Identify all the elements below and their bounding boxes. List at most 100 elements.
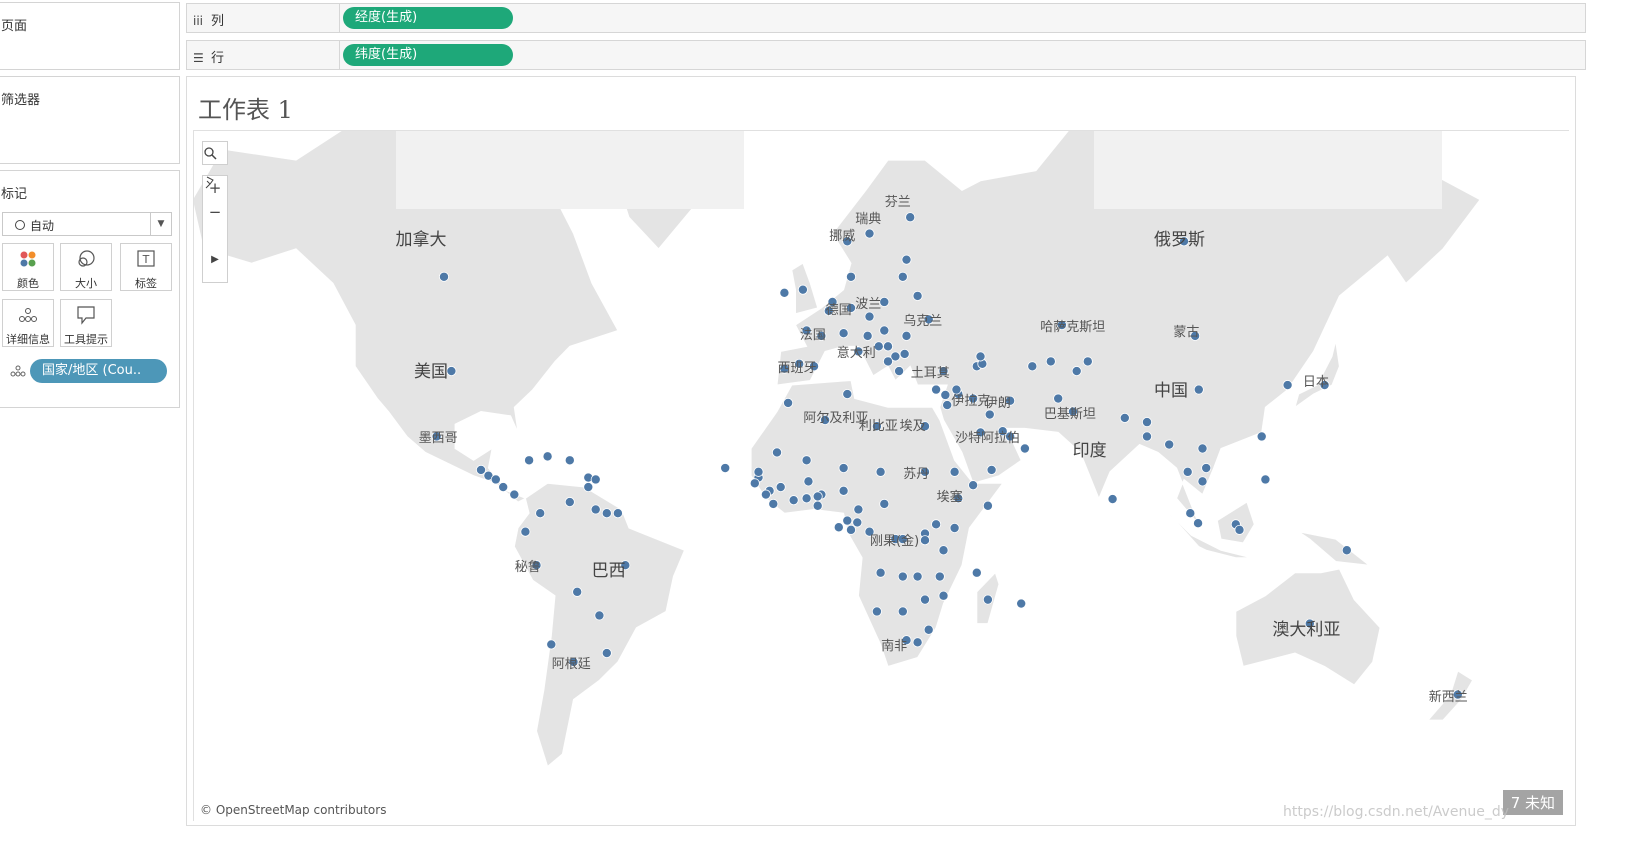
country-mark[interactable] (1193, 384, 1204, 395)
country-mark[interactable] (862, 330, 873, 341)
size-button[interactable]: 大小 (60, 243, 112, 291)
country-mark[interactable] (1193, 518, 1204, 529)
country-mark[interactable] (1016, 598, 1027, 609)
map-view[interactable]: + − ▶ 加拿大 美国 墨西哥 巴西 秘鲁 阿根廷 俄罗斯 中国 印度 哈萨克斯坦 蒙古 日本 巴基斯… (193, 130, 1569, 821)
country-mark[interactable] (852, 517, 863, 528)
country-mark[interactable] (931, 384, 942, 395)
country-mark[interactable] (940, 389, 951, 400)
country-mark[interactable] (846, 271, 857, 282)
country-mark[interactable] (912, 290, 923, 301)
country-mark[interactable] (931, 519, 942, 530)
latitude-pill[interactable]: 纬度(生成) (343, 44, 513, 66)
country-mark[interactable] (612, 508, 623, 519)
zoom-out-button[interactable]: − (203, 200, 227, 224)
country-mark[interactable] (912, 637, 923, 648)
country-mark[interactable] (842, 389, 853, 400)
country-mark[interactable] (875, 567, 886, 578)
country-mark[interactable] (949, 466, 960, 477)
country-mark[interactable] (984, 409, 995, 420)
country-field-pill[interactable]: 国家/地区 (Cou.. (30, 359, 167, 383)
country-mark[interactable] (838, 485, 849, 496)
country-mark[interactable] (590, 474, 601, 485)
filters-card[interactable]: 筛选器 (0, 76, 180, 164)
country-mark[interactable] (938, 590, 949, 601)
country-mark[interactable] (879, 498, 890, 509)
country-mark[interactable] (1341, 545, 1352, 556)
country-mark[interactable] (1107, 494, 1118, 505)
country-mark[interactable] (438, 271, 449, 282)
country-mark[interactable] (812, 500, 823, 511)
country-mark[interactable] (1182, 466, 1193, 477)
country-mark[interactable] (875, 466, 886, 477)
country-mark[interactable] (801, 455, 812, 466)
country-mark[interactable] (842, 515, 853, 526)
country-mark[interactable] (797, 284, 808, 295)
country-mark[interactable] (1164, 439, 1175, 450)
country-mark[interactable] (1142, 417, 1153, 428)
country-mark[interactable] (897, 606, 908, 617)
country-mark[interactable] (1142, 431, 1153, 442)
mark-type-dropdown[interactable]: 自动 ▼ (2, 212, 172, 236)
country-mark[interactable] (783, 397, 794, 408)
unknown-badge[interactable]: 7 未知 (1502, 790, 1563, 815)
country-mark[interactable] (1234, 524, 1245, 535)
chevron-down-icon[interactable]: ▼ (150, 213, 171, 235)
label-button[interactable]: T 标签 (120, 243, 172, 291)
country-mark[interactable] (949, 522, 960, 533)
country-mark[interactable] (912, 571, 923, 582)
country-mark[interactable] (520, 526, 531, 537)
country-mark[interactable] (524, 455, 535, 466)
country-mark[interactable] (1119, 412, 1130, 423)
country-mark[interactable] (753, 466, 764, 477)
country-mark[interactable] (1260, 474, 1271, 485)
longitude-pill[interactable]: 经度(生成) (343, 7, 513, 29)
country-mark[interactable] (542, 451, 553, 462)
country-mark[interactable] (920, 535, 931, 546)
country-mark[interactable] (446, 366, 457, 377)
country-mark[interactable] (968, 480, 979, 491)
pin-button[interactable] (203, 176, 227, 248)
country-mark[interactable] (899, 348, 910, 359)
country-mark[interactable] (934, 571, 945, 582)
country-mark[interactable] (883, 341, 894, 352)
country-mark[interactable] (975, 351, 986, 362)
country-mark[interactable] (1197, 443, 1208, 454)
country-mark[interactable] (583, 482, 594, 493)
country-mark[interactable] (879, 325, 890, 336)
country-mark[interactable] (938, 545, 949, 556)
search-button[interactable] (202, 141, 228, 165)
color-button[interactable]: 颜色 (2, 243, 54, 291)
country-mark[interactable] (490, 474, 501, 485)
country-mark[interactable] (1201, 463, 1212, 474)
country-mark[interactable] (853, 504, 864, 515)
country-mark[interactable] (1256, 431, 1267, 442)
country-mark[interactable] (803, 476, 814, 487)
country-mark[interactable] (768, 498, 779, 509)
country-mark[interactable] (1282, 380, 1293, 391)
country-mark[interactable] (864, 228, 875, 239)
country-mark[interactable] (564, 455, 575, 466)
country-mark[interactable] (775, 482, 786, 493)
country-mark[interactable] (564, 497, 575, 508)
country-mark[interactable] (749, 478, 760, 489)
country-mark[interactable] (1082, 356, 1093, 367)
country-mark[interactable] (801, 493, 812, 504)
country-mark[interactable] (590, 504, 601, 515)
country-mark[interactable] (905, 212, 916, 223)
tooltip-button[interactable]: 工具提示 (60, 299, 112, 347)
expand-toolbar-button[interactable]: ▶ (203, 248, 227, 272)
country-mark[interactable] (535, 508, 546, 519)
country-mark[interactable] (897, 571, 908, 582)
country-mark[interactable] (871, 606, 882, 617)
country-mark[interactable] (779, 287, 790, 298)
country-mark[interactable] (720, 463, 731, 474)
country-mark[interactable] (894, 366, 905, 377)
country-mark[interactable] (901, 254, 912, 265)
country-mark[interactable] (546, 639, 557, 650)
country-mark[interactable] (846, 524, 857, 535)
country-mark[interactable] (923, 624, 934, 635)
country-mark[interactable] (601, 648, 612, 659)
country-mark[interactable] (833, 522, 844, 533)
country-mark[interactable] (901, 330, 912, 341)
detail-button[interactable]: 详细信息 (2, 299, 54, 347)
